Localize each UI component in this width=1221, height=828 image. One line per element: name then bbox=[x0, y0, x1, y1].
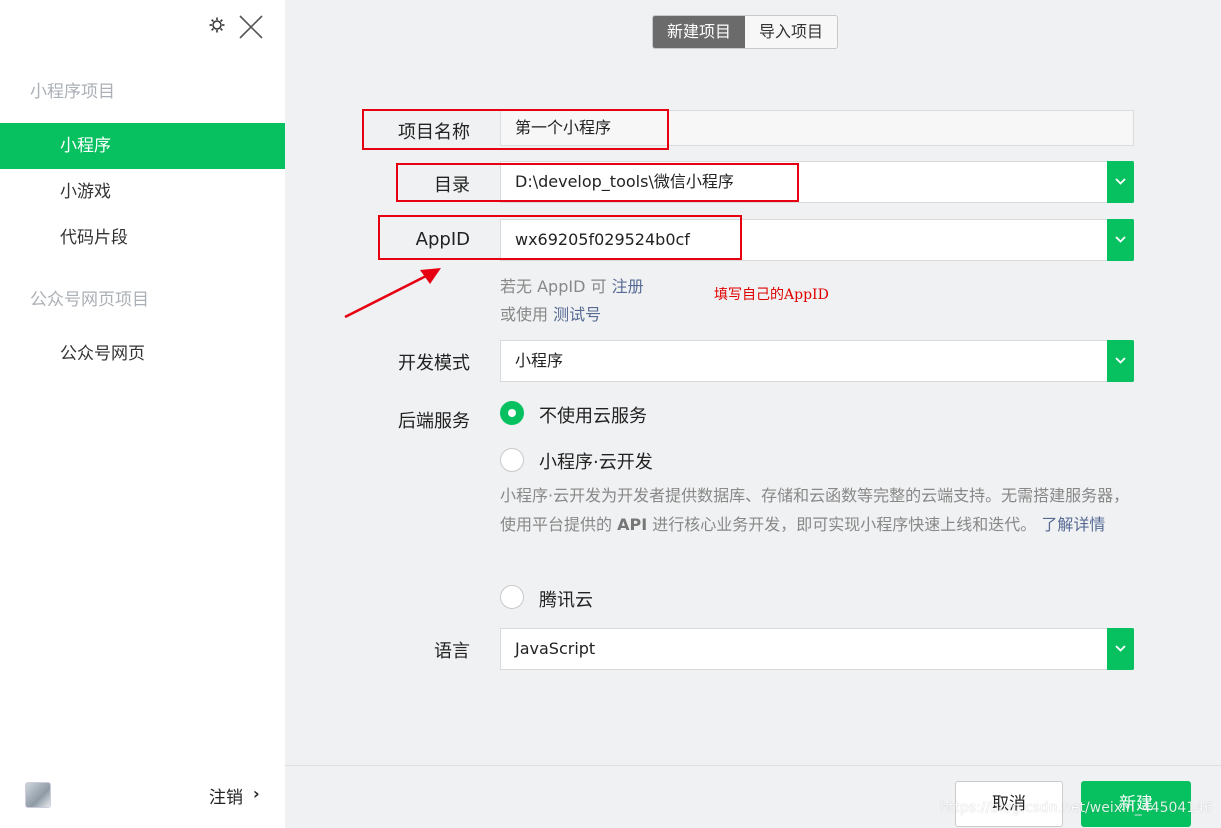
cloud-description: 小程序·云开发为开发者提供数据库、存储和云函数等完整的云端支持。无需搭建服务器，… bbox=[500, 482, 1140, 539]
radio-no-cloud[interactable] bbox=[500, 401, 524, 425]
backend-label: 后端服务 bbox=[398, 411, 470, 432]
chevron-down-icon bbox=[1115, 357, 1126, 364]
gear-icon[interactable] bbox=[208, 16, 226, 34]
logout-button[interactable]: 注销 bbox=[209, 783, 243, 808]
hint-text: 若无 bbox=[500, 277, 533, 296]
cloud-desc-api: API bbox=[617, 514, 648, 534]
language-value: JavaScript bbox=[515, 639, 596, 658]
annotation-text: 填写自己的AppID bbox=[714, 287, 829, 303]
section-title-official-account: 公众号网页项目 bbox=[30, 290, 149, 310]
appid-register-hint: 若无 AppID 可 注册 bbox=[500, 273, 644, 297]
learn-more-link[interactable]: 了解详情 bbox=[1041, 515, 1105, 534]
chevron-down-icon bbox=[1115, 645, 1126, 652]
project-tabs: 新建项目 导入项目 bbox=[652, 15, 839, 49]
language-label: 语言 bbox=[434, 641, 470, 662]
tab-new-project[interactable]: 新建项目 bbox=[653, 16, 746, 48]
hint-text: 可 bbox=[590, 277, 607, 296]
chevron-right-icon[interactable]: › bbox=[253, 784, 260, 803]
chevron-down-icon bbox=[1115, 236, 1126, 243]
annotation-arrow-icon bbox=[344, 268, 441, 319]
sidebar: 小程序项目 小程序 小游戏 代码片段 公众号网页项目 公众号网页 注销 › bbox=[0, 0, 285, 828]
appid-dropdown-button[interactable] bbox=[1107, 219, 1134, 261]
tab-import-project[interactable]: 导入项目 bbox=[745, 16, 838, 48]
watermark-text: https://blog.csdn.net/weixin_44504146 bbox=[940, 800, 1214, 816]
directory-dropdown-button[interactable] bbox=[1107, 161, 1134, 203]
dev-mode-label: 开发模式 bbox=[398, 353, 470, 374]
dev-mode-select[interactable]: 小程序 bbox=[500, 340, 1134, 382]
test-account-link[interactable]: 测试号 bbox=[553, 305, 601, 324]
hint-appid-text: AppID bbox=[537, 277, 586, 296]
annotation-box-directory bbox=[396, 163, 799, 202]
sidebar-item-code-snippet[interactable]: 代码片段 bbox=[0, 215, 285, 261]
chevron-down-icon bbox=[1115, 178, 1126, 185]
radio-label-cloud-dev[interactable]: 小程序·云开发 bbox=[539, 448, 653, 474]
language-dropdown-button[interactable] bbox=[1107, 628, 1134, 670]
close-icon[interactable] bbox=[238, 14, 264, 40]
cloud-desc-text: 进行核心业务开发，即可实现小程序快速上线和迭代。 bbox=[652, 514, 1037, 534]
annotation-box-appid bbox=[378, 215, 742, 260]
hint-text: 或使用 bbox=[500, 305, 549, 324]
sidebar-item-mini-program[interactable]: 小程序 bbox=[0, 123, 285, 169]
avatar[interactable] bbox=[25, 782, 51, 808]
language-select[interactable]: JavaScript bbox=[500, 628, 1134, 670]
dev-mode-value: 小程序 bbox=[515, 351, 564, 370]
dev-mode-dropdown-button[interactable] bbox=[1107, 340, 1134, 382]
sidebar-item-official-web[interactable]: 公众号网页 bbox=[0, 331, 285, 377]
radio-cloud-dev[interactable] bbox=[500, 448, 524, 472]
radio-tencent-cloud[interactable] bbox=[500, 585, 524, 609]
radio-label-tencent-cloud[interactable]: 腾讯云 bbox=[539, 586, 593, 612]
register-link[interactable]: 注册 bbox=[612, 277, 644, 296]
section-title-mini-program: 小程序项目 bbox=[30, 82, 115, 102]
test-account-hint: 或使用 测试号 bbox=[500, 301, 601, 325]
sidebar-item-mini-game[interactable]: 小游戏 bbox=[0, 169, 285, 215]
radio-label-no-cloud[interactable]: 不使用云服务 bbox=[539, 402, 647, 428]
annotation-box-project-name bbox=[362, 109, 669, 150]
